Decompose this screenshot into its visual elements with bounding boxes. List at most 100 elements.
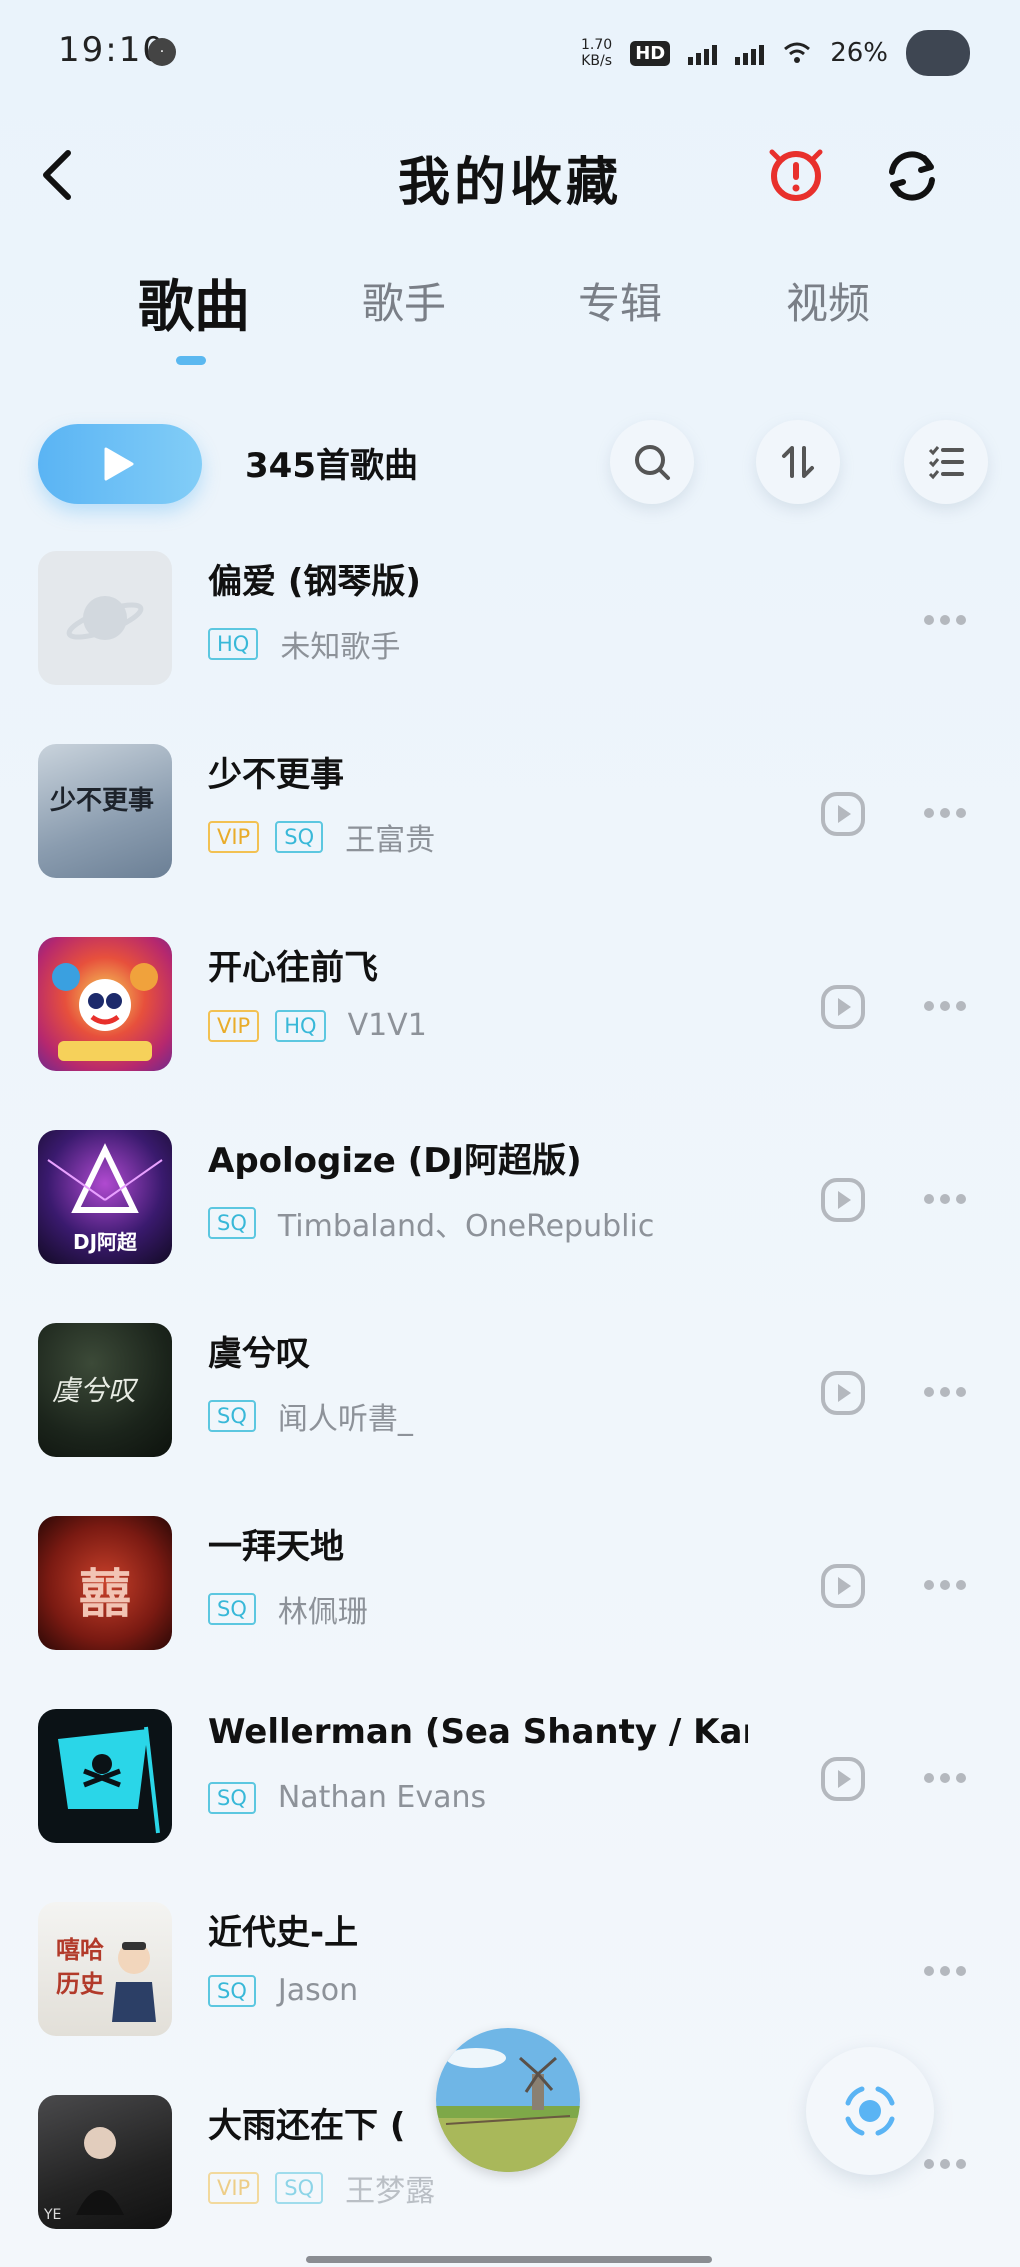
- more-options-icon[interactable]: [923, 614, 967, 626]
- multiselect-button[interactable]: [904, 420, 988, 504]
- song-title: Wellerman (Sea Shanty / Karao …: [208, 1712, 748, 1752]
- pirate-flag-art: [58, 1726, 160, 1834]
- song-row[interactable]: 少不更事 少不更事 VIP SQ 王富贵: [0, 727, 1020, 897]
- artist-name: 林佩珊: [277, 1595, 368, 1630]
- song-title: 近代史-上: [208, 1913, 359, 1953]
- page-title: 我的收藏: [397, 153, 622, 213]
- more-options-icon[interactable]: [923, 1193, 967, 1205]
- notification-icon: ·: [148, 38, 176, 66]
- cartoon-characters-art: [52, 963, 158, 1061]
- more-options-icon[interactable]: [923, 1386, 967, 1398]
- album-cover: 嘻哈 历史: [38, 1902, 172, 2036]
- cover-text: 少不更事: [50, 786, 155, 816]
- album-cover: DJ阿超: [38, 1130, 172, 1264]
- checklist-icon: [928, 446, 964, 480]
- quality-tag: SQ: [208, 1207, 256, 1239]
- song-row[interactable]: DJ阿超 Apologize (DJ阿超版) SQ Timbaland、OneR…: [0, 1113, 1020, 1283]
- song-title: 偏爱 (钢琴版): [208, 562, 421, 602]
- more-options-icon[interactable]: [923, 1772, 967, 1784]
- quality-tag: VIP: [208, 2172, 260, 2204]
- song-meta: SQ Timbaland、OneRepublic: [208, 1201, 654, 1245]
- more-options-icon[interactable]: [923, 2158, 967, 2170]
- home-indicator[interactable]: [306, 2256, 712, 2263]
- quality-tag: VIP: [208, 1009, 260, 1042]
- avatar-blob: [906, 30, 970, 76]
- wifi-icon: [784, 42, 811, 63]
- search-icon: [635, 445, 670, 480]
- status-bar: 19:10 · 1.70 KB/s HD 26%: [0, 0, 1020, 110]
- play-video-icon[interactable]: [820, 1177, 866, 1223]
- network-speed: 1.70 KB/s: [581, 37, 613, 69]
- now-playing-disc[interactable]: [436, 2028, 580, 2172]
- tab-songs[interactable]: 歌曲: [138, 262, 250, 343]
- play-video-icon[interactable]: [820, 791, 866, 837]
- sort-icon: [782, 446, 814, 478]
- song-title: 大雨还在下 (: [208, 2106, 406, 2146]
- quality-tag: SQ: [275, 2172, 324, 2204]
- quality-tag: VIP: [208, 821, 260, 853]
- quality-tag: HQ: [275, 1009, 326, 1042]
- song-row[interactable]: Wellerman (Sea Shanty / Karao … SQ Natha…: [0, 1692, 1020, 1862]
- album-cover: [38, 551, 172, 685]
- artist-name: Timbaland、OneRepublic: [277, 1209, 655, 1244]
- hd-voice-icon: HD: [630, 40, 671, 66]
- artist-name: 王梦露: [345, 2174, 436, 2209]
- music-recognition-button[interactable]: [806, 2047, 934, 2175]
- song-row[interactable]: 开心往前飞 VIP HQ V1V1: [0, 920, 1020, 1090]
- quality-tag: HQ: [208, 628, 259, 660]
- song-title: 一拜天地: [208, 1527, 344, 1567]
- album-cover: [38, 1709, 172, 1843]
- search-button[interactable]: [610, 420, 694, 504]
- tab-videos[interactable]: 视频: [786, 270, 870, 331]
- song-meta: SQ 林佩珊: [208, 1587, 368, 1631]
- play-video-icon[interactable]: [820, 984, 866, 1030]
- play-video-icon[interactable]: [820, 1756, 866, 1802]
- song-row[interactable]: 囍 一拜天地 SQ 林佩珊: [0, 1499, 1020, 1669]
- refresh-icon: [889, 151, 935, 201]
- song-meta: VIP SQ 王梦露: [208, 2166, 435, 2210]
- song-title: 少不更事: [208, 755, 344, 795]
- artist-name: Nathan Evans: [277, 1780, 487, 1815]
- play-icon: [104, 447, 134, 481]
- song-meta: VIP HQ V1V1: [208, 1008, 427, 1043]
- artist-name: 未知歌手: [280, 630, 401, 665]
- song-meta: VIP SQ 王富贵: [208, 815, 435, 859]
- song-meta: SQ Jason: [208, 1973, 358, 2008]
- alert-button[interactable]: [768, 148, 824, 204]
- signal-icon-2: [735, 41, 765, 65]
- cartoon-person-art: [112, 1942, 156, 2022]
- play-all-button[interactable]: [38, 424, 202, 504]
- song-row[interactable]: 偏爱 (钢琴版) HQ 未知歌手: [0, 534, 1020, 704]
- category-tabs: 歌曲 歌手 专辑 视频: [0, 270, 1020, 380]
- more-options-icon[interactable]: [923, 1000, 967, 1012]
- song-meta: HQ 未知歌手: [208, 622, 400, 666]
- song-title: Apologize (DJ阿超版): [208, 1141, 582, 1181]
- quality-tag: SQ: [208, 1593, 256, 1625]
- song-title: 虞兮叹: [208, 1334, 310, 1374]
- cover-text: DJ阿超: [72, 1230, 138, 1254]
- tab-albums[interactable]: 专辑: [578, 270, 662, 331]
- song-meta: SQ Nathan Evans: [208, 1780, 486, 1815]
- quality-tag: SQ: [208, 1781, 256, 1814]
- alert-icon: [769, 149, 823, 201]
- planet-placeholder-icon: [66, 596, 144, 640]
- song-title: 开心往前飞: [208, 948, 378, 988]
- sync-button[interactable]: [884, 148, 940, 204]
- status-right: 1.70 KB/s HD 26%: [581, 30, 970, 76]
- play-video-icon[interactable]: [820, 1563, 866, 1609]
- tab-artists[interactable]: 歌手: [362, 270, 446, 331]
- more-options-icon[interactable]: [923, 1579, 967, 1591]
- artist-name: V1V1: [347, 1008, 427, 1043]
- artist-name: 王富贵: [345, 823, 436, 858]
- song-row[interactable]: 虞兮叹 虞兮叹 SQ 闻人听書_: [0, 1306, 1020, 1476]
- quality-tag: SQ: [275, 821, 324, 853]
- album-cover: 少不更事: [38, 744, 172, 878]
- signal-icon: [688, 41, 718, 65]
- more-options-icon[interactable]: [923, 1965, 967, 1977]
- sort-button[interactable]: [756, 420, 840, 504]
- battery-percent: 26%: [830, 38, 888, 68]
- more-options-icon[interactable]: [923, 807, 967, 819]
- play-video-icon[interactable]: [820, 1370, 866, 1416]
- quality-tag: SQ: [208, 1400, 256, 1432]
- active-tab-indicator: [176, 356, 206, 365]
